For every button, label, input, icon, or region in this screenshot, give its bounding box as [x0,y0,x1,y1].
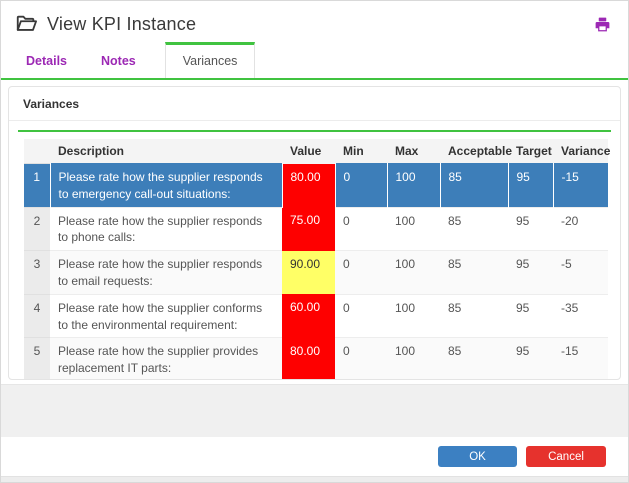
cell-target: 95 [508,294,553,338]
row-number: 3 [24,251,50,295]
cell-acceptable: 85 [440,251,508,295]
table-row[interactable]: 1 Please rate how the supplier responds … [24,164,608,208]
tab-variances[interactable]: Variances [165,42,256,78]
cell-max: 100 [387,294,440,338]
col-header-variance: Variance [553,139,608,164]
cell-target: 95 [508,207,553,251]
cell-description: Please rate how the supplier conforms to… [50,294,282,338]
cell-max: 100 [387,338,440,380]
ok-button[interactable]: OK [438,446,517,467]
table-row[interactable]: 3 Please rate how the supplier responds … [24,251,608,295]
cell-variance: -5 [553,251,608,295]
cell-target: 95 [508,251,553,295]
cell-value: 90.00 [282,251,335,295]
cell-value: 60.00 [282,294,335,338]
section-title: Variances [9,87,620,120]
row-number: 5 [24,338,50,380]
cell-value: 80.00 [282,338,335,380]
variances-table: Description Value Min Max Acceptable Tar… [24,139,608,380]
cell-min: 0 [335,164,387,208]
col-header-max: Max [387,139,440,164]
tab-notes[interactable]: Notes [84,43,153,78]
cell-variance: -35 [553,294,608,338]
row-number: 2 [24,207,50,251]
col-header-min: Min [335,139,387,164]
cell-value: 80.00 [282,164,335,208]
cell-min: 0 [335,294,387,338]
cell-min: 0 [335,338,387,380]
folder-open-icon [15,13,37,35]
cell-acceptable: 85 [440,207,508,251]
cell-description: Please rate how the supplier responds to… [50,251,282,295]
table-row[interactable]: 4 Please rate how the supplier conforms … [24,294,608,338]
col-header-description: Description [50,139,282,164]
printer-icon[interactable] [593,15,612,34]
cell-variance: -15 [553,164,608,208]
dialog-footer: OK Cancel [1,437,628,476]
cell-variance: -15 [553,338,608,380]
table-row[interactable]: 5 Please rate how the supplier provides … [24,338,608,380]
table-header-row: Description Value Min Max Acceptable Tar… [24,139,608,164]
cell-target: 95 [508,338,553,380]
tab-bar: Details Notes Variances [1,42,628,80]
view-kpi-instance-dialog: { "window": { "title": "View KPI Instanc… [0,0,629,483]
col-header-num [24,139,50,164]
accent-rule [18,130,611,132]
cancel-button[interactable]: Cancel [526,446,606,467]
col-header-target: Target [508,139,553,164]
cell-acceptable: 85 [440,338,508,380]
cell-min: 0 [335,251,387,295]
cell-description: Please rate how the supplier responds to… [50,207,282,251]
cell-variance: -20 [553,207,608,251]
cell-max: 100 [387,251,440,295]
cell-max: 100 [387,164,440,208]
cell-target: 95 [508,164,553,208]
cell-max: 100 [387,207,440,251]
col-header-value: Value [282,139,335,164]
row-number: 1 [24,164,50,208]
col-header-acceptable: Acceptable [440,139,508,164]
row-number: 4 [24,294,50,338]
background-band [1,384,628,437]
cell-min: 0 [335,207,387,251]
bottom-strip [1,476,628,482]
tab-content: Variances Description Value Min Max Acce… [1,80,628,384]
table-row[interactable]: 2 Please rate how the supplier responds … [24,207,608,251]
page-title: View KPI Instance [47,14,196,35]
cell-value: 75.00 [282,207,335,251]
cell-acceptable: 85 [440,294,508,338]
divider [9,120,620,121]
cell-description: Please rate how the supplier responds to… [50,164,282,208]
variances-panel: Variances Description Value Min Max Acce… [8,86,621,380]
dialog-header: View KPI Instance [1,1,628,35]
tab-details[interactable]: Details [9,43,84,78]
cell-acceptable: 85 [440,164,508,208]
cell-description: Please rate how the supplier provides re… [50,338,282,380]
